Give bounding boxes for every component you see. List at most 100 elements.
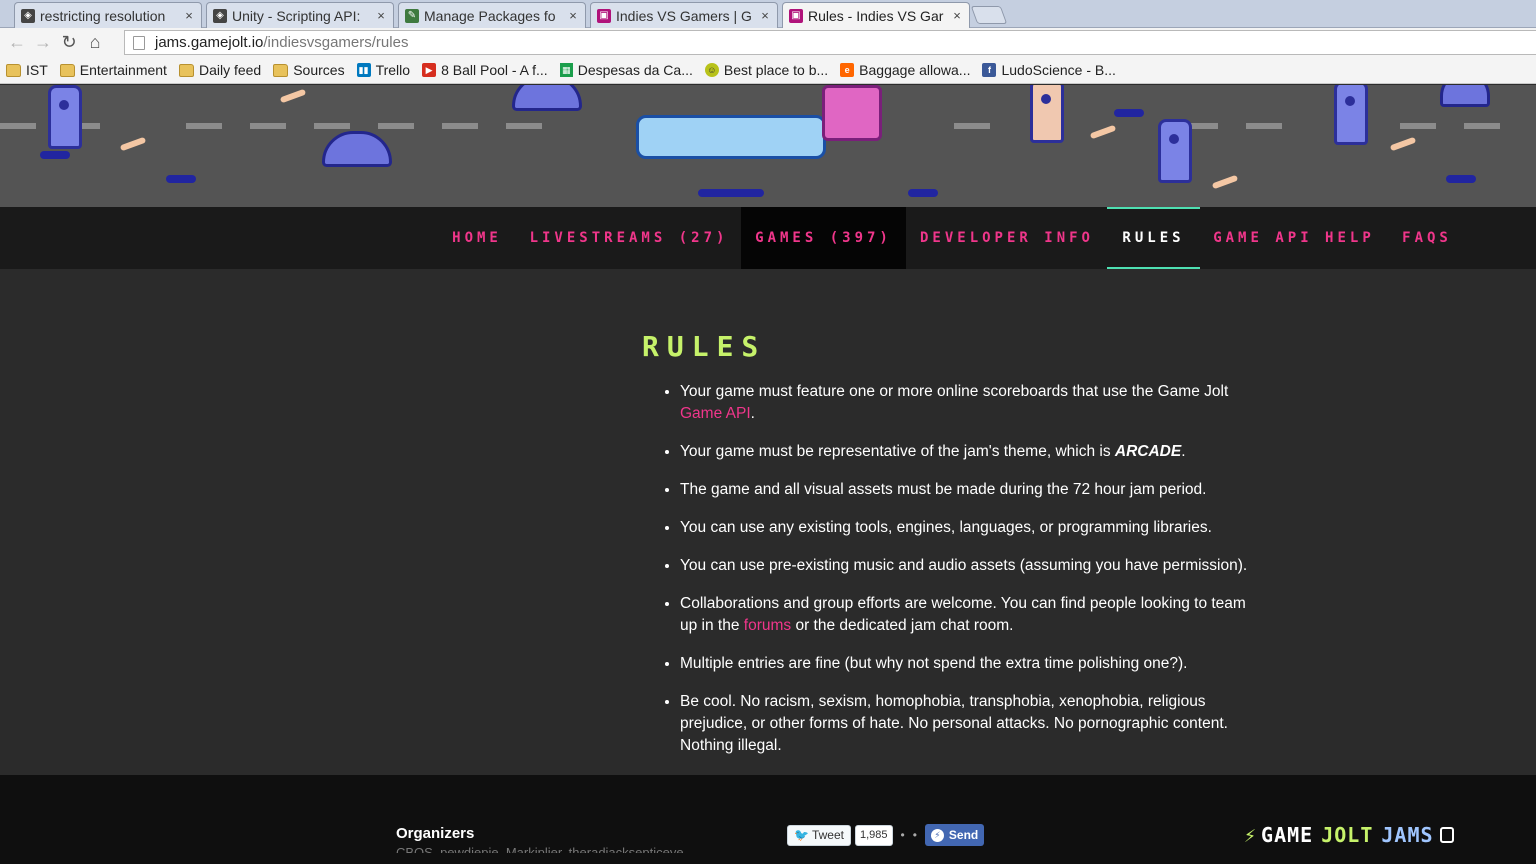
list-item: Be cool. No racism, sexism, homophobia, … (680, 691, 1262, 757)
forward-arrow-icon[interactable]: → (30, 30, 56, 56)
theme-name: ARCADE (1114, 443, 1182, 460)
bookmark-label: Despesas da Ca... (577, 62, 693, 78)
nav-livestreams[interactable]: LIVESTREAMS (27) (524, 207, 734, 269)
rule-text: or the dedicated jam chat room. (791, 617, 1014, 634)
rules-section: RULES Your game must feature one or more… (642, 330, 1262, 773)
messenger-icon: ⚡ (930, 828, 944, 842)
bookmark-baggage[interactable]: e Baggage allowa... (840, 62, 970, 78)
close-icon[interactable]: × (567, 8, 579, 23)
hover-pad-sprite (1114, 109, 1144, 117)
address-bar[interactable]: jams.gamejolt.io /indiesvsgamers/rules (124, 30, 1536, 55)
list-item: Your game must be representative of the … (680, 441, 1262, 463)
hover-pad-sprite (698, 189, 764, 197)
nuget-icon: ✎ (405, 8, 419, 23)
unity-icon: ◈ (21, 8, 35, 23)
rule-text: Your game must feature one or more onlin… (680, 383, 1229, 400)
game-api-link[interactable]: Game API (680, 405, 751, 422)
bookmark-daily-feed[interactable]: Daily feed (178, 62, 261, 78)
list-item: You can use any existing tools, engines,… (680, 517, 1262, 539)
browser-tab[interactable]: ◈ restricting resolution × (14, 2, 202, 28)
close-icon[interactable]: × (759, 8, 771, 23)
player-ship-sprite (636, 115, 826, 159)
tweet-count: 1,985 (854, 824, 893, 846)
spark-sprite (1089, 124, 1117, 140)
road-dash (1246, 123, 1282, 129)
browser-toolbar: ← → ↻ ⌂ jams.gamejolt.io /indiesvsgamers… (0, 28, 1536, 57)
gamejolt-icon: ▣ (597, 8, 611, 23)
nav-games[interactable]: GAMES (397) (741, 207, 906, 269)
folder-icon (178, 63, 194, 77)
forums-link[interactable]: forums (744, 617, 791, 634)
road-dash (0, 123, 36, 129)
spark-sprite (1211, 174, 1239, 190)
social-buttons: 🐦 Tweet 1,985 • • ⚡ Send (787, 824, 985, 846)
road-dash (186, 123, 222, 129)
bookmark-label: Entertainment (79, 62, 167, 78)
bookmark-best-place[interactable]: ☺ Best place to b... (704, 62, 828, 78)
slug-sprite (1440, 85, 1490, 107)
rule-text: Your game must be representative of the … (680, 443, 1115, 460)
nav-developer-info[interactable]: DEVELOPER INFO (912, 207, 1102, 269)
bookmark-ludoscience[interactable]: f LudoScience - B... (982, 62, 1116, 78)
tab-label: Manage Packages fo (424, 7, 556, 24)
list-item: Your game must feature one or more onlin… (680, 381, 1262, 425)
enemy-robot-sprite (822, 85, 882, 141)
nav-rules[interactable]: RULES (1107, 207, 1200, 269)
close-icon[interactable]: × (375, 8, 387, 23)
nav-game-api-help[interactable]: GAME API HELP (1206, 207, 1382, 269)
bookmark-ist[interactable]: IST (6, 62, 48, 78)
jam-jar-icon (1439, 827, 1454, 843)
tweet-label: Tweet (811, 828, 844, 842)
organizers-heading: Organizers (396, 825, 475, 842)
road-dash (506, 123, 542, 129)
browser-tab-active[interactable]: ▣ Rules - Indies VS Gar × (782, 2, 970, 28)
game-jolt-jams-logo[interactable]: ⚡ GAME JOLT JAMS (1244, 823, 1454, 847)
tab-label: Rules - Indies VS Gar (808, 7, 944, 24)
bookmark-label: 8 Ball Pool - A f... (441, 62, 548, 78)
bookmarks-bar: IST Entertainment Daily feed Sources ▮▮ T… (0, 57, 1536, 84)
site-footer: Organizers CBOS, pewdiepie, Markiplier, … (0, 775, 1536, 864)
hover-pad-sprite (166, 175, 196, 183)
folder-icon (59, 63, 75, 77)
smiley-icon: ☺ (704, 63, 719, 77)
reload-icon[interactable]: ↻ (56, 30, 82, 56)
tweet-button[interactable]: 🐦 Tweet (787, 824, 851, 846)
logo-word: GAME (1261, 823, 1314, 847)
tab-label: Unity - Scripting API: (232, 7, 361, 24)
organizers-list: CBOS, pewdiepie, Markiplier, theradjacks… (396, 845, 684, 853)
slug-sprite (512, 85, 582, 111)
spark-sprite (119, 136, 147, 152)
list-item: The game and all visual assets must be m… (680, 479, 1262, 501)
close-icon[interactable]: × (183, 8, 195, 23)
rule-text: . (1181, 443, 1186, 460)
trello-icon: ▮▮ (356, 63, 371, 77)
youtube-icon: ▶ (422, 63, 437, 77)
hero-banner (0, 85, 1536, 207)
bookmark-entertainment[interactable]: Entertainment (59, 62, 167, 78)
unity-icon: ◈ (213, 8, 227, 23)
close-icon[interactable]: × (951, 8, 963, 23)
bookmark-sources[interactable]: Sources (273, 62, 345, 78)
home-icon[interactable]: ⌂ (82, 30, 108, 56)
separator-dot: • (900, 828, 905, 842)
road-dash (378, 123, 414, 129)
bookmark-trello[interactable]: ▮▮ Trello (356, 62, 410, 78)
browser-tab[interactable]: ✎ Manage Packages fo × (398, 2, 586, 28)
new-tab-button[interactable] (970, 6, 1008, 24)
tab-label: restricting resolution (40, 7, 166, 24)
slug-sprite (322, 131, 392, 167)
list-item: You can use pre-existing music and audio… (680, 555, 1262, 577)
logo-word: JOLT (1321, 823, 1374, 847)
back-arrow-icon[interactable]: ← (4, 30, 30, 56)
nav-faqs[interactable]: FAQS (1392, 207, 1462, 269)
url-domain: jams.gamejolt.io (155, 34, 264, 51)
road-dash (314, 123, 350, 129)
browser-tab[interactable]: ▣ Indies VS Gamers | G × (590, 2, 778, 28)
nav-home[interactable]: HOME (440, 207, 514, 269)
browser-tab[interactable]: ◈ Unity - Scripting API: × (206, 2, 394, 28)
page: HOME LIVESTREAMS (27) GAMES (397) DEVELO… (0, 85, 1536, 864)
bookmark-8-ball-pool[interactable]: ▶ 8 Ball Pool - A f... (422, 62, 548, 78)
bookmark-despesas[interactable]: ▦ Despesas da Ca... (559, 62, 693, 78)
bookmark-label: LudoScience - B... (1001, 62, 1116, 78)
messenger-send-button[interactable]: ⚡ Send (924, 824, 985, 846)
